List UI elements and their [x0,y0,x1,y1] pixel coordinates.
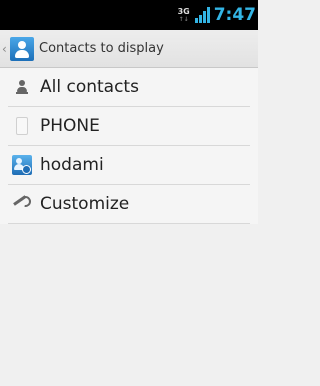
option-all-contacts[interactable]: All contacts [8,68,250,107]
status-bar: 3G ↑↓ 7:47 [0,0,258,30]
up-caret-icon[interactable]: ‹ [2,42,8,56]
person-icon [12,77,32,97]
clock: 7:47 [213,5,256,25]
option-phone[interactable]: PHONE [8,107,250,146]
phone-icon [12,116,32,136]
option-label: Customize [40,194,130,214]
option-label: PHONE [40,116,100,136]
account-icon [12,155,32,175]
option-account-hodami[interactable]: hodami [8,146,250,185]
status-indicators: 3G ↑↓ 7:47 [178,0,256,30]
contacts-app-icon[interactable] [10,36,34,61]
network-type: 3G [177,6,190,16]
action-bar[interactable]: ‹ Contacts to display [0,30,258,68]
option-label: All contacts [40,77,139,97]
page-title: Contacts to display [39,41,164,56]
option-label: hodami [40,155,104,175]
network-activity-icon: ↑↓ [178,15,189,23]
option-customize[interactable]: Customize [8,185,250,224]
contacts-to-display-list: All contacts PHONE hodami Customize [0,68,258,224]
wrench-icon [12,193,34,214]
network-indicator: 3G ↑↓ [177,6,190,23]
signal-strength-icon [194,7,210,23]
